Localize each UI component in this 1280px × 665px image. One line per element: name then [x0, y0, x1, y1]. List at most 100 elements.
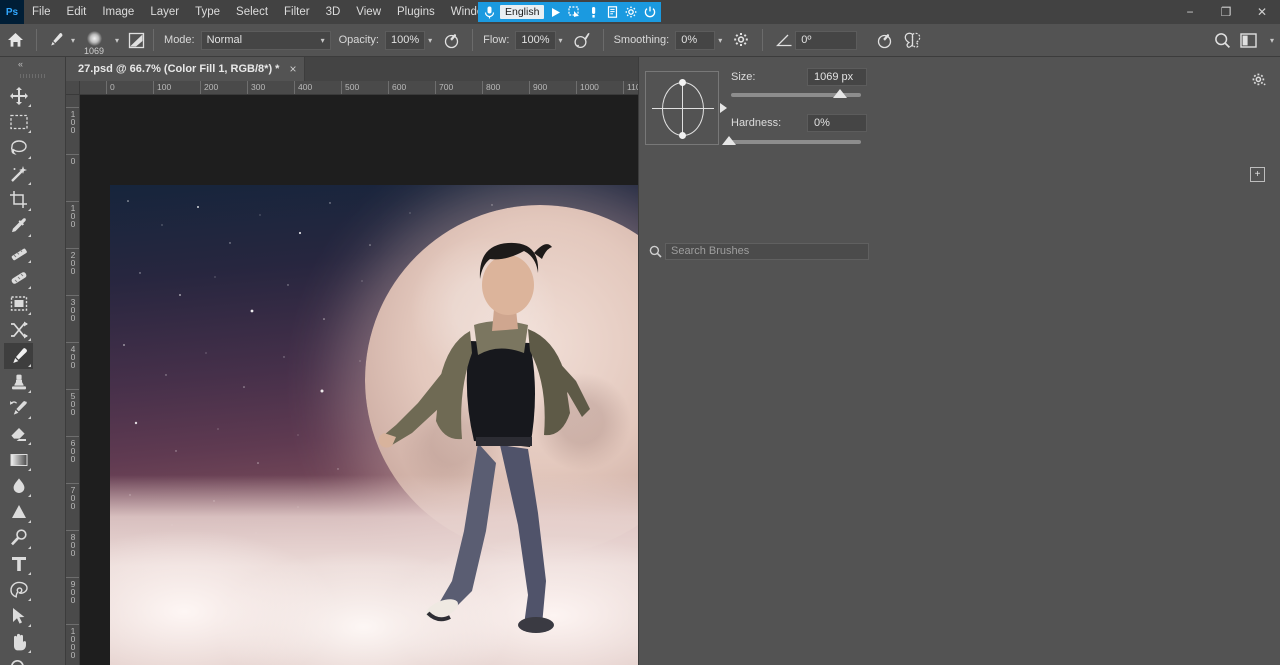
chevron-down-icon[interactable]: ▾ [559, 36, 563, 45]
menu-item-edit[interactable]: Edit [59, 0, 95, 24]
accessibility-language-toolbar[interactable]: English [478, 2, 662, 22]
airbrush-toggle[interactable] [571, 29, 593, 51]
blend-mode-select[interactable]: Normal ▾ [200, 30, 331, 50]
close-icon[interactable]: × [289, 62, 296, 76]
chevron-down-icon[interactable]: ▾ [718, 36, 722, 45]
tool-group-corner-icon [28, 234, 31, 237]
menu-item-file[interactable]: File [24, 0, 59, 24]
power-icon[interactable] [642, 4, 658, 20]
crop-tool[interactable] [4, 187, 33, 213]
brush-angle-input[interactable]: 0º [795, 30, 858, 50]
microphone-icon[interactable] [481, 4, 497, 20]
language-label[interactable]: English [500, 5, 545, 19]
spot-healing-brush-tool[interactable] [4, 239, 33, 265]
chevron-down-icon[interactable]: ▾ [71, 36, 75, 45]
path-selection-tool[interactable] [4, 603, 33, 629]
workspace-chevron-down-icon[interactable]: ▾ [1270, 36, 1274, 45]
horizontal-type-tool[interactable] [4, 551, 33, 577]
tool-group-corner-icon [28, 650, 31, 653]
mic-stand-icon[interactable] [585, 4, 601, 20]
brush-shape-preview[interactable] [645, 71, 727, 145]
brush-handle-bottom[interactable] [679, 132, 686, 139]
magic-wand-icon [10, 166, 27, 182]
minimize-button[interactable]: − [1172, 0, 1208, 24]
maximize-button[interactable]: ❐ [1208, 0, 1244, 24]
hand-tool[interactable] [4, 629, 33, 655]
object-selection-tool[interactable] [4, 161, 33, 187]
menu-item-type[interactable]: Type [187, 0, 228, 24]
brush-settings-panel-button[interactable] [125, 29, 147, 51]
smoothing-input[interactable]: 0% [675, 30, 716, 50]
panel-menu-gear-icon[interactable] [1252, 73, 1266, 90]
menu-item-image[interactable]: Image [94, 0, 142, 24]
symmetry-butterfly-button[interactable] [901, 29, 923, 51]
brush-size-input[interactable]: 1069 px [807, 68, 867, 86]
flow-input[interactable]: 100% [515, 30, 556, 50]
menu-item-select[interactable]: Select [228, 0, 276, 24]
clone-stamp-tool[interactable] [4, 369, 33, 395]
brush-tool-indicator[interactable]: ▾ [43, 24, 79, 57]
angle-icon[interactable] [773, 29, 795, 51]
brush-roundness-ellipse[interactable] [662, 82, 704, 136]
zoom-tool[interactable] [4, 655, 33, 665]
blur-tool[interactable] [4, 473, 33, 499]
menu-item-plugins[interactable]: Plugins [389, 0, 443, 24]
brush-angle-arrow-icon[interactable] [720, 103, 727, 113]
gradient-tool[interactable] [4, 447, 33, 473]
history-brush-tool[interactable] [4, 395, 33, 421]
close-button[interactable]: ✕ [1244, 0, 1280, 24]
selection-icon[interactable] [566, 4, 582, 20]
eraser-tool[interactable] [4, 421, 33, 447]
lasso-tool[interactable] [4, 135, 33, 161]
toolbar-drag-handle[interactable] [0, 71, 65, 81]
move-tool[interactable] [4, 83, 33, 109]
menu-item-view[interactable]: View [348, 0, 389, 24]
ruler-tick-label: 800 [486, 82, 501, 92]
document-viewport[interactable] [80, 95, 638, 665]
brush-hardness-slider-track[interactable] [731, 140, 861, 144]
workspace-icon[interactable] [1238, 29, 1260, 51]
gear-icon[interactable] [623, 4, 639, 20]
pressure-opacity-toggle[interactable] [440, 29, 462, 51]
tablet-pressure-size-toggle[interactable] [873, 29, 895, 51]
eyedropper-tool[interactable] [4, 213, 33, 239]
ruler-tick: 500 [66, 389, 79, 436]
smoothing-label: Smoothing: [613, 34, 670, 46]
burn-tool[interactable] [4, 525, 33, 551]
patch-tool[interactable] [4, 265, 33, 291]
home-button[interactable] [0, 24, 30, 57]
ruler-tick-label: 300 [251, 82, 266, 92]
menu-item-filter[interactable]: Filter [276, 0, 318, 24]
brush-size-slider-thumb[interactable] [833, 89, 847, 98]
brush-size-preview[interactable]: 1069 [79, 24, 109, 57]
brush-preset-chevron-icon[interactable]: ▾ [115, 36, 119, 45]
brush-tool[interactable] [4, 343, 33, 369]
vertical-ruler[interactable]: 100 0 100 200 300 400 500 600 700 800 900 1000 [66, 95, 80, 665]
opacity-input[interactable]: 100% [384, 30, 426, 50]
menu-item-layer[interactable]: Layer [142, 0, 187, 24]
chevron-down-icon[interactable]: ▾ [428, 36, 432, 45]
rectangular-marquee-tool[interactable] [4, 109, 33, 135]
brush-handle-top[interactable] [679, 79, 686, 86]
search-brushes-input[interactable]: Search Brushes [665, 243, 869, 260]
horizontal-ruler[interactable]: 0 100 200 300 400 500 600 700 800 900 1000 1100 [66, 81, 638, 95]
canvas-area[interactable]: 010020030040050060070080090010001100 100… [66, 81, 638, 665]
brush-hardness-slider-thumb[interactable] [722, 136, 736, 145]
mixer-tool[interactable] [4, 317, 33, 343]
search-icon[interactable] [1212, 29, 1234, 51]
artboard-image[interactable] [110, 185, 638, 665]
menu-item-3d[interactable]: 3D [318, 0, 349, 24]
pen-tool[interactable] [4, 577, 33, 603]
brush-hardness-input[interactable]: 0% [807, 114, 867, 132]
play-icon[interactable] [547, 4, 563, 20]
document-icon[interactable] [604, 4, 620, 20]
ruler-tick: 1000 [576, 81, 599, 94]
new-brush-plus-icon[interactable]: + [1250, 167, 1265, 182]
collapse-chevrons-icon[interactable]: « [0, 57, 65, 71]
ruler-tick: 1000 [66, 624, 79, 665]
frame-tool[interactable] [4, 291, 33, 317]
document-tab[interactable]: 27.psd @ 66.7% (Color Fill 1, RGB/8*) * … [66, 57, 306, 81]
smoothing-options-button[interactable] [730, 29, 752, 51]
dodge-tool[interactable] [4, 499, 33, 525]
divider [602, 29, 604, 51]
